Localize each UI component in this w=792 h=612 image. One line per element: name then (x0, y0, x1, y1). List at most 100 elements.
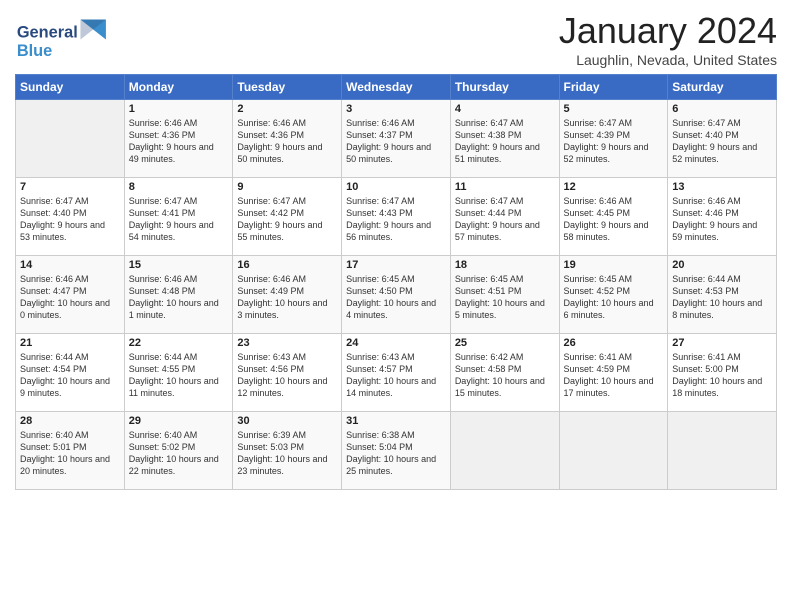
day-header-thursday: Thursday (450, 75, 559, 100)
day-info: Sunrise: 6:41 AMSunset: 4:59 PMDaylight:… (564, 351, 664, 400)
calendar-cell: 3 Sunrise: 6:46 AMSunset: 4:37 PMDaylight… (342, 100, 451, 178)
calendar-cell: 27 Sunrise: 6:41 AMSunset: 5:00 PMDayligh… (668, 334, 777, 412)
day-number: 10 (346, 181, 446, 193)
logo-svg: General Blue (15, 14, 115, 64)
week-row-1: 1 Sunrise: 6:46 AMSunset: 4:36 PMDaylight… (16, 100, 777, 178)
title-area: January 2024 Laughlin, Nevada, United St… (559, 10, 777, 68)
calendar-cell: 2 Sunrise: 6:46 AMSunset: 4:36 PMDaylight… (233, 100, 342, 178)
calendar-cell: 14 Sunrise: 6:46 AMSunset: 4:47 PMDayligh… (16, 256, 125, 334)
day-info: Sunrise: 6:46 AMSunset: 4:36 PMDaylight:… (237, 117, 337, 166)
day-info: Sunrise: 6:40 AMSunset: 5:02 PMDaylight:… (129, 429, 229, 478)
day-info: Sunrise: 6:46 AMSunset: 4:47 PMDaylight:… (20, 273, 120, 322)
day-number: 20 (672, 259, 772, 271)
calendar-cell: 20Sunrise: 6:44 AMSunset: 4:53 PMDayligh… (668, 256, 777, 334)
day-number: 21 (20, 337, 120, 349)
day-info: Sunrise: 6:46 AMSunset: 4:37 PMDaylight:… (346, 117, 446, 166)
calendar-cell: 12 Sunrise: 6:46 AMSunset: 4:45 PMDayligh… (559, 178, 668, 256)
calendar-cell: 1 Sunrise: 6:46 AMSunset: 4:36 PMDaylight… (124, 100, 233, 178)
calendar-cell: 18 Sunrise: 6:45 AMSunset: 4:51 PMDayligh… (450, 256, 559, 334)
day-info: Sunrise: 6:38 AMSunset: 5:04 PMDaylight:… (346, 429, 446, 478)
day-number: 11 (455, 181, 555, 193)
day-info: Sunrise: 6:42 AMSunset: 4:58 PMDaylight:… (455, 351, 555, 400)
calendar-cell (559, 412, 668, 490)
day-number: 23 (237, 337, 337, 349)
day-number: 2 (237, 103, 337, 115)
day-info: Sunrise: 6:47 AMSunset: 4:41 PMDaylight:… (129, 195, 229, 244)
day-number: 27 (672, 337, 772, 349)
day-info: Sunrise: 6:43 AMSunset: 4:57 PMDaylight:… (346, 351, 446, 400)
calendar-cell: 5Sunrise: 6:47 AMSunset: 4:39 PMDaylight… (559, 100, 668, 178)
day-number: 3 (346, 103, 446, 115)
day-info: Sunrise: 6:45 AMSunset: 4:52 PMDaylight:… (564, 273, 664, 322)
day-info: Sunrise: 6:46 AMSunset: 4:45 PMDaylight:… (564, 195, 664, 244)
day-info: Sunrise: 6:46 AMSunset: 4:36 PMDaylight:… (129, 117, 229, 166)
week-row-4: 21 Sunrise: 6:44 AMSunset: 4:54 PMDayligh… (16, 334, 777, 412)
page-container: General Blue January 2024 Laughlin, Neva… (0, 0, 792, 500)
day-header-tuesday: Tuesday (233, 75, 342, 100)
calendar-cell: 23Sunrise: 6:43 AMSunset: 4:56 PMDayligh… (233, 334, 342, 412)
day-number: 16 (237, 259, 337, 271)
calendar-cell: 6 Sunrise: 6:47 AMSunset: 4:40 PMDaylight… (668, 100, 777, 178)
day-info: Sunrise: 6:44 AMSunset: 4:54 PMDaylight:… (20, 351, 120, 400)
calendar-cell: 22 Sunrise: 6:44 AMSunset: 4:55 PMDayligh… (124, 334, 233, 412)
calendar-cell: 29Sunrise: 6:40 AMSunset: 5:02 PMDayligh… (124, 412, 233, 490)
day-number: 14 (20, 259, 120, 271)
day-info: Sunrise: 6:45 AMSunset: 4:51 PMDaylight:… (455, 273, 555, 322)
logo: General Blue (15, 14, 115, 64)
day-number: 25 (455, 337, 555, 349)
svg-text:General: General (17, 24, 78, 42)
day-header-wednesday: Wednesday (342, 75, 451, 100)
header: General Blue January 2024 Laughlin, Neva… (15, 10, 777, 68)
calendar-cell: 15Sunrise: 6:46 AMSunset: 4:48 PMDayligh… (124, 256, 233, 334)
day-number: 18 (455, 259, 555, 271)
header-row: SundayMondayTuesdayWednesdayThursdayFrid… (16, 75, 777, 100)
day-info: Sunrise: 6:47 AMSunset: 4:42 PMDaylight:… (237, 195, 337, 244)
day-number: 4 (455, 103, 555, 115)
calendar-cell: 10 Sunrise: 6:47 AMSunset: 4:43 PMDayligh… (342, 178, 451, 256)
day-info: Sunrise: 6:44 AMSunset: 4:55 PMDaylight:… (129, 351, 229, 400)
calendar-cell: 21 Sunrise: 6:44 AMSunset: 4:54 PMDayligh… (16, 334, 125, 412)
calendar-cell: 31Sunrise: 6:38 AMSunset: 5:04 PMDayligh… (342, 412, 451, 490)
calendar-cell: 8Sunrise: 6:47 AMSunset: 4:41 PMDaylight… (124, 178, 233, 256)
calendar-table: SundayMondayTuesdayWednesdayThursdayFrid… (15, 74, 777, 490)
day-info: Sunrise: 6:45 AMSunset: 4:50 PMDaylight:… (346, 273, 446, 322)
week-row-5: 28 Sunrise: 6:40 AMSunset: 5:01 PMDayligh… (16, 412, 777, 490)
calendar-cell (450, 412, 559, 490)
calendar-cell (668, 412, 777, 490)
calendar-cell: 17 Sunrise: 6:45 AMSunset: 4:50 PMDayligh… (342, 256, 451, 334)
day-number: 13 (672, 181, 772, 193)
day-number: 19 (564, 259, 664, 271)
day-header-monday: Monday (124, 75, 233, 100)
calendar-cell: 30Sunrise: 6:39 AMSunset: 5:03 PMDayligh… (233, 412, 342, 490)
day-info: Sunrise: 6:47 AMSunset: 4:40 PMDaylight:… (672, 117, 772, 166)
day-info: Sunrise: 6:41 AMSunset: 5:00 PMDaylight:… (672, 351, 772, 400)
day-number: 15 (129, 259, 229, 271)
calendar-cell: 9 Sunrise: 6:47 AMSunset: 4:42 PMDaylight… (233, 178, 342, 256)
day-header-saturday: Saturday (668, 75, 777, 100)
day-header-friday: Friday (559, 75, 668, 100)
calendar-cell: 26Sunrise: 6:41 AMSunset: 4:59 PMDayligh… (559, 334, 668, 412)
day-info: Sunrise: 6:40 AMSunset: 5:01 PMDaylight:… (20, 429, 120, 478)
week-row-3: 14 Sunrise: 6:46 AMSunset: 4:47 PMDayligh… (16, 256, 777, 334)
calendar-cell (16, 100, 125, 178)
day-number: 17 (346, 259, 446, 271)
day-number: 12 (564, 181, 664, 193)
calendar-cell: 16Sunrise: 6:46 AMSunset: 4:49 PMDayligh… (233, 256, 342, 334)
day-info: Sunrise: 6:47 AMSunset: 4:44 PMDaylight:… (455, 195, 555, 244)
calendar-cell: 11 Sunrise: 6:47 AMSunset: 4:44 PMDayligh… (450, 178, 559, 256)
day-number: 9 (237, 181, 337, 193)
day-header-sunday: Sunday (16, 75, 125, 100)
day-info: Sunrise: 6:47 AMSunset: 4:40 PMDaylight:… (20, 195, 120, 244)
day-number: 28 (20, 415, 120, 427)
day-number: 7 (20, 181, 120, 193)
week-row-2: 7 Sunrise: 6:47 AMSunset: 4:40 PMDaylight… (16, 178, 777, 256)
day-info: Sunrise: 6:47 AMSunset: 4:43 PMDaylight:… (346, 195, 446, 244)
calendar-cell: 7 Sunrise: 6:47 AMSunset: 4:40 PMDaylight… (16, 178, 125, 256)
calendar-cell: 28 Sunrise: 6:40 AMSunset: 5:01 PMDayligh… (16, 412, 125, 490)
day-number: 30 (237, 415, 337, 427)
calendar-cell: 4Sunrise: 6:47 AMSunset: 4:38 PMDaylight… (450, 100, 559, 178)
day-number: 1 (129, 103, 229, 115)
day-number: 6 (672, 103, 772, 115)
day-number: 22 (129, 337, 229, 349)
calendar-cell: 19 Sunrise: 6:45 AMSunset: 4:52 PMDayligh… (559, 256, 668, 334)
